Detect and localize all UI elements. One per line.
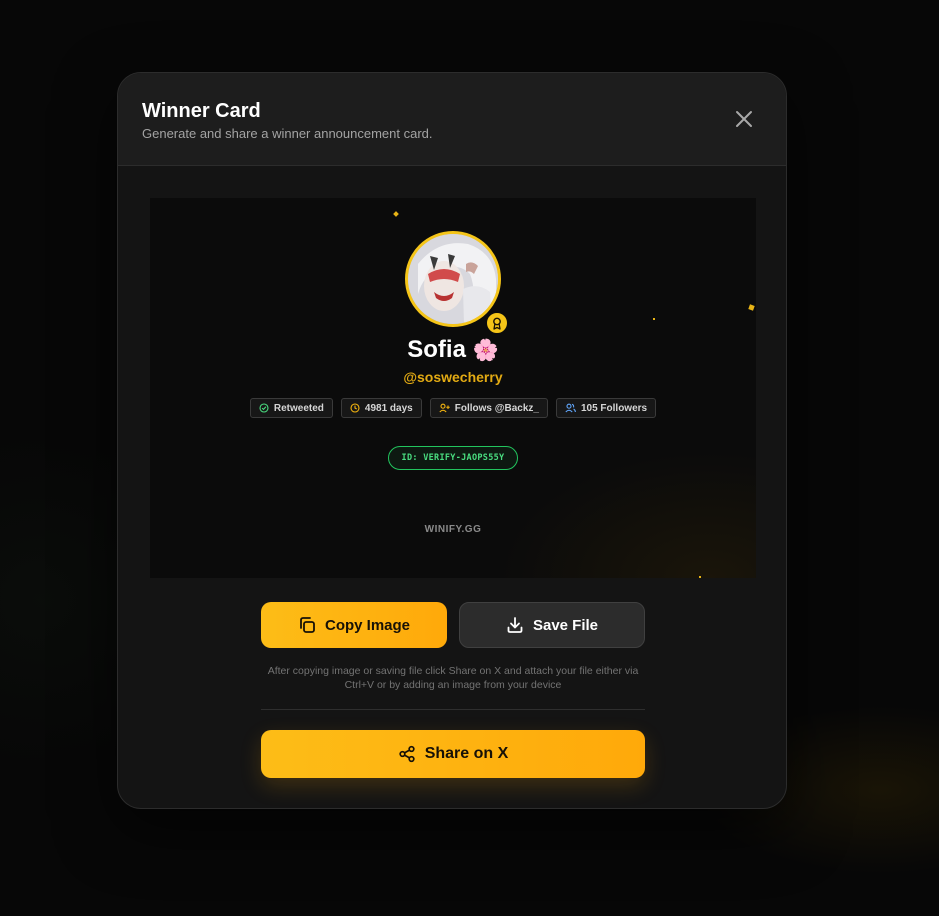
modal-header: Winner Card Generate and share a winner …	[118, 73, 786, 166]
stat-account-age: 4981 days	[340, 398, 422, 418]
winner-avatar	[405, 231, 501, 327]
save-file-button[interactable]: Save File	[459, 602, 645, 648]
winner-name-emoji: 🌸	[472, 339, 499, 362]
winner-stats: Retweeted 4981 days Follows @Backz_ 105 …	[150, 398, 756, 418]
award-icon	[493, 317, 501, 330]
winner-badge	[485, 311, 509, 335]
winner-handle: @soswecherry	[403, 369, 503, 385]
users-icon	[565, 403, 576, 413]
stat-label: Follows @Backz_	[454, 402, 539, 414]
share-hint: After copying image or saving file click…	[267, 665, 639, 691]
copy-image-label: Copy Image	[324, 616, 411, 634]
close-button[interactable]	[729, 104, 759, 134]
user-plus-icon	[439, 403, 450, 413]
share-on-x-label: Share on X	[424, 745, 509, 762]
verify-id-badge: ID: VERIFY-JAOPS55Y	[388, 446, 518, 470]
share-on-x-button[interactable]: Share on X	[261, 730, 645, 778]
copy-image-button[interactable]: Copy Image	[261, 602, 447, 648]
sparkle	[393, 211, 399, 217]
sparkle	[653, 318, 655, 320]
stat-label: 105 Followers	[580, 402, 648, 414]
sparkle	[748, 304, 755, 311]
clock-icon	[350, 403, 360, 413]
stat-followers: 105 Followers	[555, 398, 657, 418]
divider	[261, 709, 645, 710]
stat-label: 4981 days	[364, 402, 413, 414]
check-circle-icon	[259, 403, 269, 413]
copy-icon	[300, 617, 315, 633]
winner-name: Sofia	[407, 336, 466, 363]
download-icon	[507, 617, 523, 633]
modal-title: Winner Card	[142, 100, 261, 122]
stat-retweeted: Retweeted	[249, 398, 333, 418]
winner-name-row: Sofia 🌸	[150, 336, 756, 364]
avatar-illustration	[408, 234, 498, 324]
save-file-label: Save File	[532, 616, 599, 634]
winner-card-preview: Sofia 🌸 @soswecherry Retweeted 4981 days	[150, 198, 756, 578]
modal-subtitle: Generate and share a winner announcement…	[142, 126, 433, 141]
winner-card-modal: Winner Card Generate and share a winner …	[117, 72, 787, 809]
share-icon	[399, 745, 415, 763]
stat-label: Retweeted	[273, 402, 324, 414]
stat-follows: Follows @Backz_	[429, 398, 548, 418]
card-watermark: WINIFY.GG	[424, 524, 482, 535]
close-icon	[736, 111, 752, 127]
sparkle	[699, 576, 701, 578]
